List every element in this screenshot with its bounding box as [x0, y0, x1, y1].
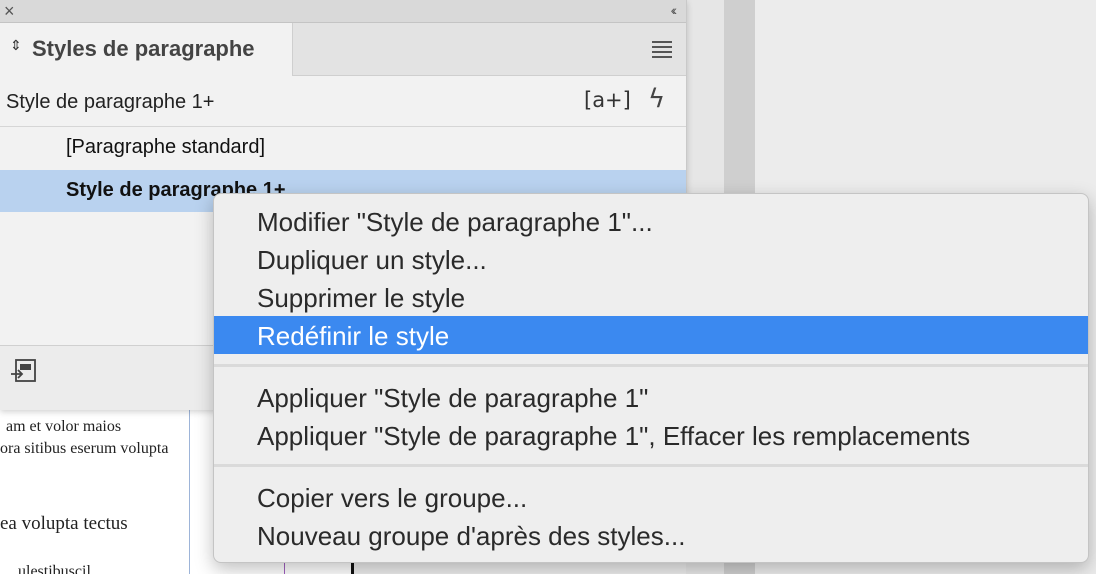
context-menu: Modifier "Style de paragraphe 1"... Dupl… — [213, 193, 1089, 563]
menu-item-label: Copier vers le groupe... — [257, 483, 528, 513]
expand-arrows-icon: ⇕ — [10, 37, 22, 53]
document-text-line: ea volupta tectus — [0, 513, 128, 534]
menu-item-label: Appliquer "Style de paragraphe 1" — [257, 383, 649, 413]
load-styles-icon[interactable] — [10, 357, 38, 385]
menu-item-label: Redéfinir le style — [257, 321, 450, 351]
menu-item-delete-style[interactable]: Supprimer le style — [214, 278, 1088, 316]
style-list-item-label: [Paragraphe standard] — [66, 136, 266, 158]
menu-item-redefine-style[interactable]: Redéfinir le style — [214, 316, 1088, 354]
style-list-item[interactable]: [Paragraphe standard] — [0, 127, 686, 169]
menu-item-label: Modifier "Style de paragraphe 1"... — [257, 207, 653, 237]
menu-item-duplicate-style[interactable]: Dupliquer un style... — [214, 240, 1088, 278]
panel-titlebar[interactable]: × ‹‹ — [0, 0, 686, 23]
menu-separator — [214, 464, 1088, 467]
menu-item-apply-clear-overrides[interactable]: Appliquer "Style de paragraphe 1", Effac… — [214, 416, 1088, 454]
panel-menu-icon[interactable] — [652, 41, 672, 61]
panel-tab-row: ⇕ Styles de paragraphe — [0, 23, 686, 76]
menu-item-apply-style[interactable]: Appliquer "Style de paragraphe 1" — [214, 378, 1088, 416]
menu-item-new-group-from-styles[interactable]: Nouveau groupe d'après des styles... — [214, 516, 1088, 554]
menu-item-label: Dupliquer un style... — [257, 245, 487, 275]
menu-item-modify-style[interactable]: Modifier "Style de paragraphe 1"... — [214, 202, 1088, 240]
quick-apply-icon[interactable]: ϟ — [648, 84, 665, 114]
collapse-icon[interactable]: ‹‹ — [671, 0, 678, 20]
menu-item-label: Supprimer le style — [257, 283, 466, 313]
margin-guide — [189, 405, 190, 574]
menu-separator — [214, 364, 1088, 367]
menu-item-label: Nouveau groupe d'après des styles... — [257, 521, 686, 551]
current-style-row: Style de paragraphe 1+ [a+] ϟ — [0, 76, 686, 127]
menu-item-label: Appliquer "Style de paragraphe 1", Effac… — [257, 421, 971, 451]
tab-paragraph-styles[interactable]: ⇕ Styles de paragraphe — [0, 23, 293, 76]
current-style-label: Style de paragraphe 1+ — [6, 91, 215, 113]
document-text-line: ulestibuscil — [18, 563, 91, 574]
panel-title: Styles de paragraphe — [32, 36, 255, 61]
document-text-line: am et volor maios — [6, 418, 122, 435]
create-style-from-selection-icon[interactable]: [a+] — [584, 88, 631, 112]
menu-item-copy-to-group[interactable]: Copier vers le groupe... — [214, 478, 1088, 516]
close-icon[interactable]: × — [4, 0, 15, 22]
document-text-line: ora sitibus eserum volupta — [0, 440, 169, 457]
